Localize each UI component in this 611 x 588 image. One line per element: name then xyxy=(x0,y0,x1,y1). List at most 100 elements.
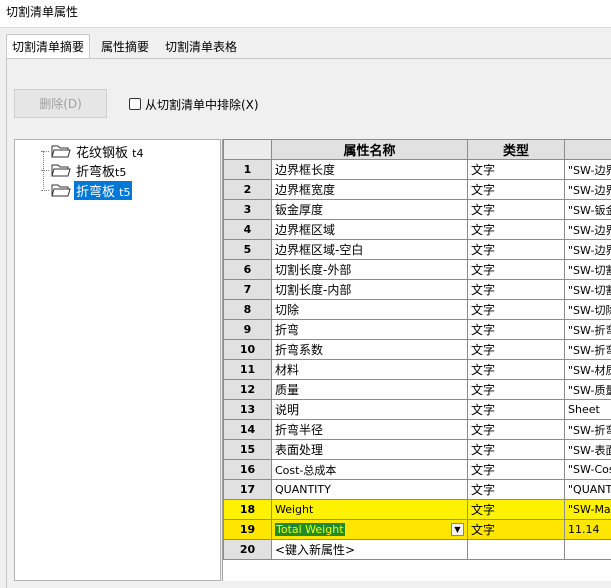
table-row[interactable]: 9折弯文字"SW-折弯 xyxy=(224,320,611,340)
table-row[interactable]: 13说明文字Sheet xyxy=(224,400,611,420)
row-number[interactable]: 1 xyxy=(224,160,272,180)
property-value-cell[interactable]: "SW-质量 xyxy=(565,380,611,400)
property-value-cell[interactable]: "SW-表面 xyxy=(565,440,611,460)
property-type-cell[interactable]: 文字 xyxy=(468,160,565,180)
table-row[interactable]: 1边界框长度文字"SW-边界 xyxy=(224,160,611,180)
property-value-cell[interactable] xyxy=(565,540,611,560)
property-value-cell[interactable]: "SW-边界 xyxy=(565,220,611,240)
table-row[interactable]: 7切割长度-内部文字"SW-切割 xyxy=(224,280,611,300)
table-row[interactable]: 4边界框区域文字"SW-边界 xyxy=(224,220,611,240)
row-number[interactable]: 11 xyxy=(224,360,272,380)
table-row[interactable]: 8切除文字"SW-切除 xyxy=(224,300,611,320)
row-number[interactable]: 19 xyxy=(224,520,272,540)
table-row[interactable]: 3钣金厚度文字"SW-钣金 xyxy=(224,200,611,220)
row-number[interactable]: 17 xyxy=(224,480,272,500)
property-type-cell[interactable]: 文字 xyxy=(468,200,565,220)
property-name-cell[interactable]: 折弯 xyxy=(272,320,468,340)
property-value-cell[interactable]: "SW-钣金 xyxy=(565,200,611,220)
property-type-cell[interactable]: 文字 xyxy=(468,360,565,380)
tab-cutlist-table[interactable]: 切割清单表格 xyxy=(160,36,242,58)
exclude-checkbox-row[interactable]: 从切割清单中排除(X) xyxy=(129,96,259,112)
property-value-cell[interactable]: "SW-切除 xyxy=(565,300,611,320)
table-row[interactable]: 10折弯系数文字"SW-折弯 xyxy=(224,340,611,360)
property-type-cell[interactable]: 文字 xyxy=(468,480,565,500)
property-type-cell[interactable]: 文字 xyxy=(468,520,565,540)
column-header-value[interactable] xyxy=(565,140,611,160)
property-name-cell[interactable]: 材料 xyxy=(272,360,468,380)
property-name-cell[interactable]: Weight xyxy=(272,500,468,520)
property-value-cell[interactable]: "SW-折弯 xyxy=(565,320,611,340)
row-number[interactable]: 18 xyxy=(224,500,272,520)
row-number[interactable]: 6 xyxy=(224,260,272,280)
table-row[interactable]: 6切割长度-外部文字"SW-切割 xyxy=(224,260,611,280)
property-value-cell[interactable]: 11.14 xyxy=(565,520,611,540)
property-value-cell[interactable]: "SW-边界 xyxy=(565,160,611,180)
tree-item-checker-plate[interactable]: 花纹钢板 t4 xyxy=(41,141,145,161)
new-property-cell[interactable]: <键入新属性> xyxy=(272,540,468,560)
property-name-cell[interactable]: 说明 xyxy=(272,400,468,420)
row-number[interactable]: 13 xyxy=(224,400,272,420)
property-value-cell[interactable]: "SW-Mas xyxy=(565,500,611,520)
property-value-cell[interactable]: Sheet xyxy=(565,400,611,420)
table-row[interactable]: 18Weight文字"SW-Mas xyxy=(224,500,611,520)
property-type-cell[interactable]: 文字 xyxy=(468,300,565,320)
table-row[interactable]: 12质量文字"SW-质量 xyxy=(224,380,611,400)
row-number[interactable]: 5 xyxy=(224,240,272,260)
row-number[interactable]: 10 xyxy=(224,340,272,360)
property-type-cell[interactable]: 文字 xyxy=(468,440,565,460)
property-type-cell[interactable]: 文字 xyxy=(468,180,565,200)
property-value-cell[interactable]: "SW-切割 xyxy=(565,260,611,280)
table-row[interactable]: 11材料文字"SW-材质 xyxy=(224,360,611,380)
property-type-cell[interactable]: 文字 xyxy=(468,340,565,360)
property-name-cell[interactable]: 边界框长度 xyxy=(272,160,468,180)
table-row[interactable]: 17QUANTITY文字"QUANTIT xyxy=(224,480,611,500)
tree-item-bent-plate-2[interactable]: 折弯板 t5 xyxy=(41,180,132,200)
property-value-cell[interactable]: "SW-折弯 xyxy=(565,420,611,440)
row-number[interactable]: 7 xyxy=(224,280,272,300)
table-row[interactable]: 15表面处理文字"SW-表面 xyxy=(224,440,611,460)
tab-cutlist-summary[interactable]: 切割清单摘要 xyxy=(6,34,90,58)
row-number[interactable]: 12 xyxy=(224,380,272,400)
property-type-cell[interactable]: 文字 xyxy=(468,380,565,400)
column-header-type[interactable]: 类型 xyxy=(468,140,565,160)
property-name-cell[interactable]: QUANTITY xyxy=(272,480,468,500)
property-name-cell[interactable]: 钣金厚度 xyxy=(272,200,468,220)
row-number[interactable]: 14 xyxy=(224,420,272,440)
exclude-checkbox[interactable] xyxy=(129,98,141,110)
table-row[interactable]: 2边界框宽度文字"SW-边界 xyxy=(224,180,611,200)
property-name-cell[interactable]: 折弯半径 xyxy=(272,420,468,440)
property-value-cell[interactable]: "QUANTIT xyxy=(565,480,611,500)
property-type-cell[interactable]: 文字 xyxy=(468,500,565,520)
property-name-cell[interactable]: 切割长度-内部 xyxy=(272,280,468,300)
property-value-cell[interactable]: "SW-切割 xyxy=(565,280,611,300)
property-name-cell[interactable]: 边界框区域-空白 xyxy=(272,240,468,260)
table-row[interactable]: 14折弯半径文字"SW-折弯 xyxy=(224,420,611,440)
property-name-cell[interactable]: 质量 xyxy=(272,380,468,400)
property-name-cell[interactable]: 折弯系数 xyxy=(272,340,468,360)
property-name-cell[interactable]: 切除 xyxy=(272,300,468,320)
row-number[interactable]: 3 xyxy=(224,200,272,220)
property-name-editor[interactable]: Total Weight ▼ xyxy=(272,520,468,540)
property-value-cell[interactable]: "SW-边界 xyxy=(565,180,611,200)
property-value-cell[interactable]: "SW-材质 xyxy=(565,360,611,380)
row-number[interactable]: 4 xyxy=(224,220,272,240)
property-name-text[interactable]: Total Weight xyxy=(275,523,345,536)
table-row[interactable]: 16Cost-总成本文字"SW-Cost xyxy=(224,460,611,480)
table-row[interactable]: 20<键入新属性> xyxy=(224,540,611,560)
chevron-down-icon[interactable]: ▼ xyxy=(451,523,464,536)
property-type-cell[interactable]: 文字 xyxy=(468,420,565,440)
property-name-cell[interactable]: 边界框区域 xyxy=(272,220,468,240)
property-value-cell[interactable]: "SW-Cost xyxy=(565,460,611,480)
property-type-cell[interactable]: 文字 xyxy=(468,280,565,300)
property-type-cell[interactable]: 文字 xyxy=(468,400,565,420)
row-number[interactable]: 20 xyxy=(224,540,272,560)
property-name-cell[interactable]: 表面处理 xyxy=(272,440,468,460)
property-type-cell[interactable]: 文字 xyxy=(468,460,565,480)
row-number[interactable]: 2 xyxy=(224,180,272,200)
row-number[interactable]: 15 xyxy=(224,440,272,460)
row-number[interactable]: 8 xyxy=(224,300,272,320)
table-row[interactable]: 5边界框区域-空白文字"SW-边界 xyxy=(224,240,611,260)
property-type-cell[interactable]: 文字 xyxy=(468,260,565,280)
property-type-cell[interactable]: 文字 xyxy=(468,220,565,240)
property-type-cell[interactable]: 文字 xyxy=(468,320,565,340)
